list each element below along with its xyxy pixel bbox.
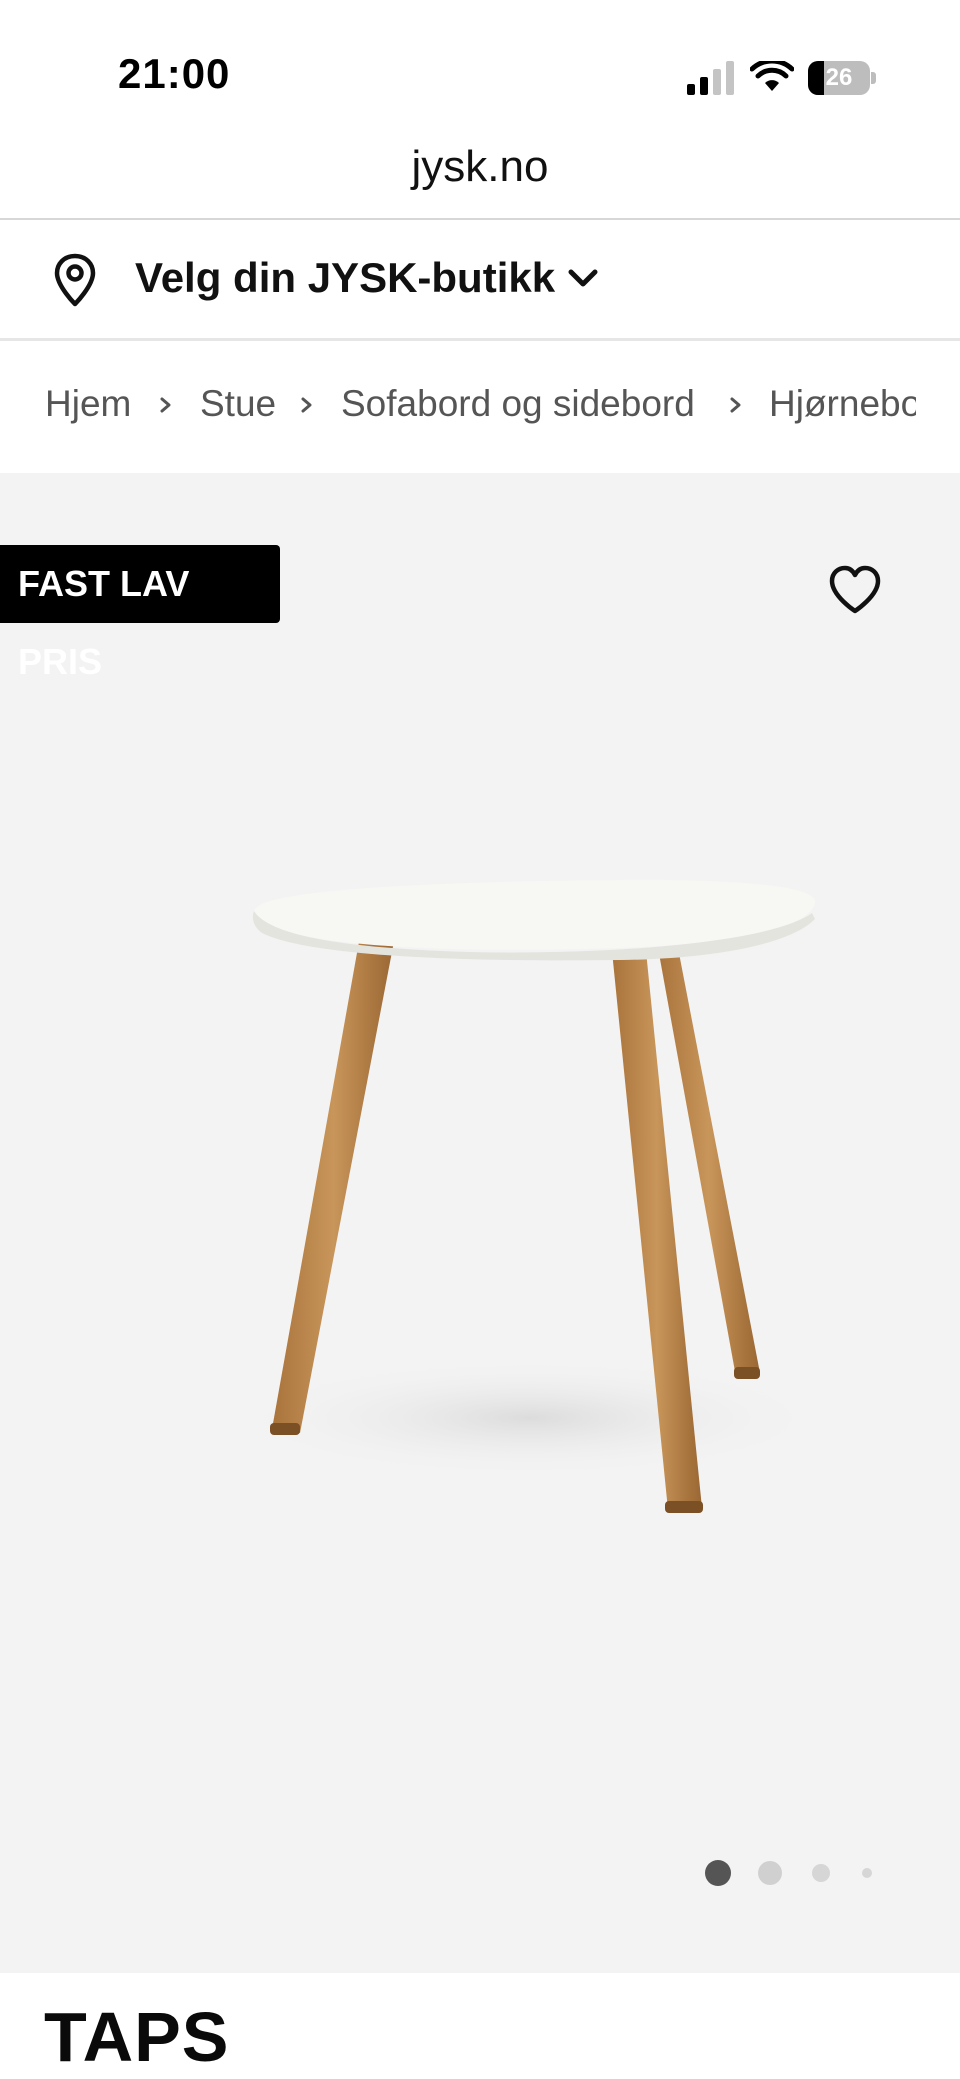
battery-level: 26 <box>825 64 853 91</box>
status-bar: 21:00 26 <box>0 0 960 120</box>
store-selector-label[interactable]: Velg din JYSK-butikk <box>135 254 555 302</box>
product-image <box>230 879 830 1513</box>
chevron-right-icon <box>730 397 741 413</box>
pagination-dot-active[interactable] <box>705 1860 731 1886</box>
price-badge: FAST LAV PRIS <box>0 545 280 682</box>
pagination-dot[interactable] <box>758 1861 782 1885</box>
breadcrumb-item-home[interactable]: Hjem <box>45 383 131 425</box>
address-bar[interactable]: jysk.no <box>0 130 960 218</box>
breadcrumb-item-coffee-tables[interactable]: Sofabord og sidebord <box>341 383 695 425</box>
breadcrumb-item-living-room[interactable]: Stue <box>200 383 276 425</box>
url-text[interactable]: jysk.no <box>412 142 549 192</box>
heart-icon[interactable] <box>828 565 882 615</box>
breadcrumb: Hjem Stue Sofabord og sidebord Hjørnebor… <box>0 341 916 473</box>
signal-icon <box>687 61 734 95</box>
product-title: TAPS <box>44 1998 230 2076</box>
breadcrumb-item-corner-tables[interactable]: Hjørnebord <box>769 383 916 425</box>
battery-icon: 26 <box>808 61 876 95</box>
wifi-icon <box>750 61 794 91</box>
product-gallery[interactable]: FAST LAV PRIS <box>0 473 960 1973</box>
gallery-pagination[interactable] <box>700 1858 880 1888</box>
chevron-right-icon <box>301 397 312 413</box>
status-time: 21:00 <box>118 50 231 97</box>
chevron-right-icon <box>160 397 171 413</box>
pagination-dot[interactable] <box>812 1864 830 1882</box>
pagination-dot[interactable] <box>862 1868 872 1878</box>
store-selector[interactable]: Velg din JYSK-butikk <box>0 220 960 338</box>
location-pin-icon <box>54 253 96 307</box>
chevron-down-icon[interactable] <box>566 264 600 294</box>
status-icons: 26 <box>686 58 876 98</box>
